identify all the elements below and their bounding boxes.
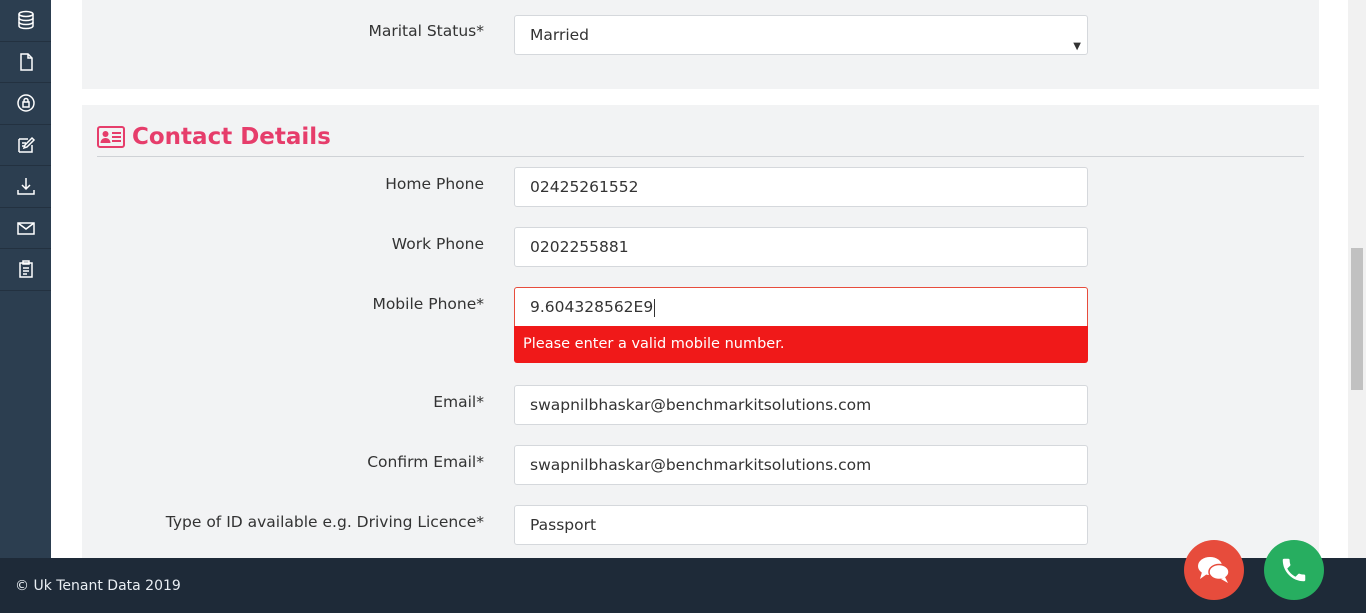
marital-status-value: Married	[530, 26, 590, 44]
chat-bubbles-icon	[1198, 557, 1230, 583]
home-phone-label: Home Phone	[385, 175, 484, 193]
id-type-label: Type of ID available e.g. Driving Licenc…	[165, 513, 484, 531]
sidebar-item-security[interactable]	[0, 83, 51, 125]
chevron-down-icon: ▼	[1073, 41, 1081, 52]
work-phone-label: Work Phone	[391, 235, 484, 253]
sidebar-item-download[interactable]	[0, 166, 51, 208]
email-value: swapnilbhaskar@benchmarkitsolutions.com	[530, 396, 872, 414]
page-scrollbar[interactable]	[1348, 0, 1366, 558]
mobile-phone-value: 9.604328562E9	[530, 298, 654, 316]
confirm-email-label: Confirm Email*	[367, 453, 484, 471]
sidebar-item-database[interactable]	[0, 0, 51, 42]
mobile-phone-error: Please enter a valid mobile number.	[514, 326, 1088, 363]
footer-copyright: © Uk Tenant Data 2019	[15, 578, 181, 594]
personal-details-panel: Marital Status* Married ▼	[82, 0, 1319, 89]
sidebar	[0, 0, 51, 558]
home-phone-value: 02425261552	[530, 178, 639, 196]
mobile-phone-label: Mobile Phone*	[372, 295, 484, 313]
footer: © Uk Tenant Data 2019	[0, 558, 1366, 613]
mail-icon	[16, 222, 35, 235]
section-header: Contact Details	[97, 117, 1304, 157]
work-phone-input[interactable]: 0202255881	[514, 227, 1088, 267]
marital-status-label: Marital Status*	[368, 22, 484, 40]
database-icon	[17, 11, 34, 30]
text-caret	[654, 298, 656, 317]
home-phone-input[interactable]: 02425261552	[514, 167, 1088, 207]
file-icon	[19, 53, 33, 71]
confirm-email-value: swapnilbhaskar@benchmarkitsolutions.com	[530, 456, 872, 474]
contact-card-icon	[97, 125, 125, 148]
lock-circle-icon	[16, 94, 35, 112]
clipboard-icon	[18, 260, 33, 278]
sidebar-item-edit[interactable]	[0, 125, 51, 166]
phone-icon	[1282, 558, 1306, 582]
main-content: Marital Status* Married ▼ Contact Detail…	[51, 0, 1348, 558]
edit-icon	[17, 136, 35, 153]
chat-button[interactable]	[1184, 540, 1244, 600]
email-label: Email*	[433, 393, 484, 411]
scrollbar-thumb[interactable]	[1351, 248, 1363, 390]
marital-status-select[interactable]: Married ▼	[514, 15, 1088, 55]
contact-details-panel: Contact Details Home Phone 02425261552 W…	[82, 105, 1319, 558]
id-type-input[interactable]: Passport	[514, 505, 1088, 545]
confirm-email-input[interactable]: swapnilbhaskar@benchmarkitsolutions.com	[514, 445, 1088, 485]
id-type-value: Passport	[530, 516, 597, 534]
sidebar-item-documents[interactable]	[0, 42, 51, 83]
call-button[interactable]	[1264, 540, 1324, 600]
email-input[interactable]: swapnilbhaskar@benchmarkitsolutions.com	[514, 385, 1088, 425]
work-phone-value: 0202255881	[530, 238, 629, 256]
download-icon	[16, 178, 35, 195]
sidebar-item-mail[interactable]	[0, 208, 51, 249]
mobile-phone-input[interactable]: 9.604328562E9	[514, 287, 1088, 327]
sidebar-item-clipboard[interactable]	[0, 249, 51, 291]
section-title: Contact Details	[132, 123, 331, 150]
